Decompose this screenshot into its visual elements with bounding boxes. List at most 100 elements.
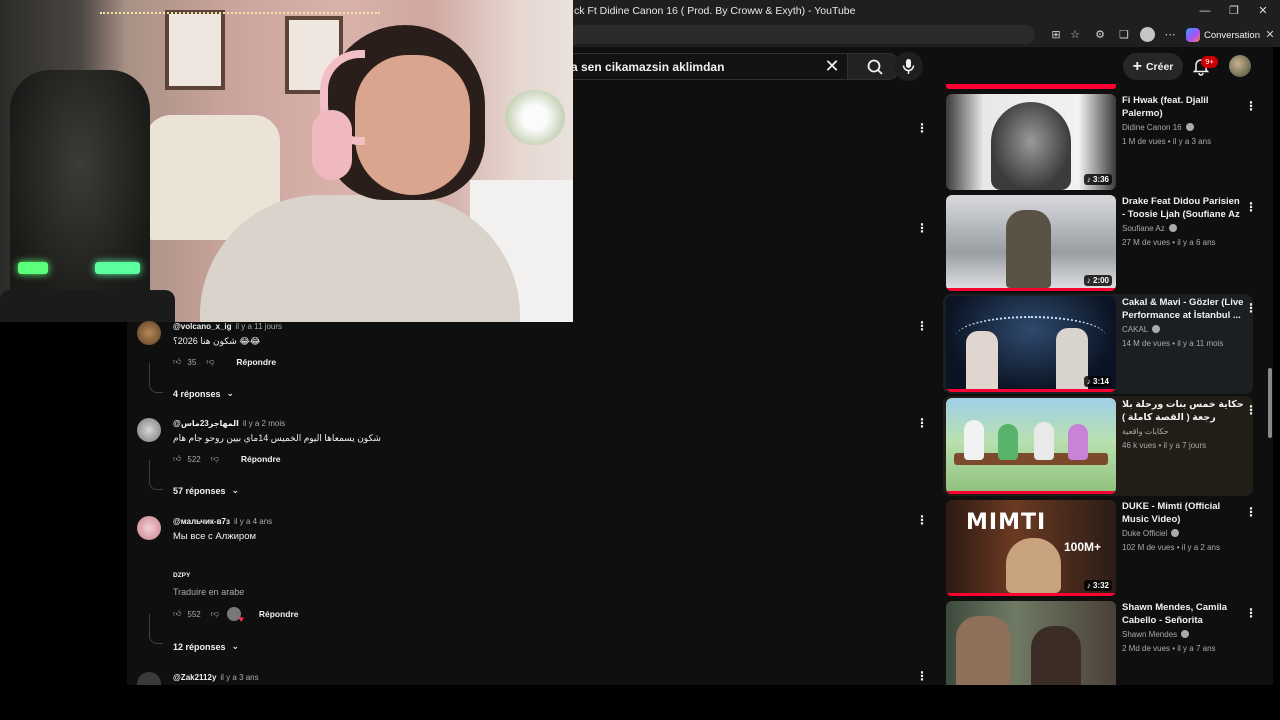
comment-menu-icon[interactable]: ⋮	[916, 668, 928, 684]
comment-author[interactable]: @Zak2112y	[173, 673, 216, 682]
comment-menu-icon[interactable]: ⋮	[916, 220, 928, 236]
favorite-star-icon[interactable]: ☆	[1067, 27, 1083, 43]
user-avatar[interactable]	[1229, 55, 1251, 77]
video-menu-icon[interactable]: ⋮	[1245, 504, 1257, 520]
maximize-button[interactable]: ❐	[1225, 3, 1243, 19]
comment-menu-icon[interactable]: ⋮	[916, 120, 928, 136]
copilot-button[interactable]: Conversation	[1186, 26, 1260, 44]
headphone-earcup	[312, 110, 352, 180]
extensions-icon[interactable]: ⚙	[1092, 27, 1108, 43]
comment-author[interactable]: @мальчик-в7з	[173, 517, 230, 526]
recommended-video[interactable]: MIMTI 100M+ ♪ 3:32 DUKE - Mimti (Officia…	[945, 500, 1257, 596]
like-icon[interactable]: 👍︎	[173, 357, 181, 367]
recommended-video[interactable]: ♪ 2:00 Drake Feat Didou Parisien - Toosi…	[945, 195, 1257, 291]
recommended-video[interactable]: ♪ 3:14 Cakal & Mavi - Gözler (Live Perfo…	[943, 294, 1257, 394]
recommended-video[interactable]: Shawn Mendes, Camila Cabello - Señorita …	[945, 601, 1255, 685]
avatar[interactable]	[137, 516, 161, 540]
replies-toggle[interactable]: 57 réponses ⌄	[173, 485, 239, 496]
comment-menu-icon[interactable]: ⋮	[916, 318, 928, 334]
channel-name[interactable]: Shawn Mendes	[1122, 630, 1190, 639]
recommended-video[interactable]: حكاية خمس بنات ورحلة بلا رجعة ( القصة كا…	[943, 396, 1257, 496]
apps-icon[interactable]: ⊞	[1048, 27, 1064, 43]
channel-name[interactable]: Didine Canon 16	[1122, 123, 1194, 132]
comment-menu-icon[interactable]: ⋮	[916, 512, 928, 528]
channel-name[interactable]: Soufiane Az	[1122, 224, 1177, 233]
collections-icon[interactable]: ❏	[1116, 27, 1132, 43]
verified-icon	[1171, 529, 1180, 537]
channel-name[interactable]: CAKAL	[1122, 325, 1161, 334]
comment-time[interactable]: il y a 3 ans	[220, 673, 258, 682]
dislike-icon[interactable]: 👎︎	[206, 357, 214, 367]
chevron-down-icon: ⌄	[226, 388, 235, 398]
video-meta: 2 Md de vues • il y a 7 ans	[1122, 644, 1216, 653]
tab-title[interactable]: ck Ft Didine Canon 16 ( Prod. By Croww &…	[574, 5, 856, 17]
comment-time[interactable]: il y a 4 ans	[234, 517, 272, 526]
video-menu-icon[interactable]: ⋮	[1245, 98, 1257, 114]
video-thumbnail[interactable]: ♪ 3:14	[946, 296, 1116, 392]
reply-button[interactable]: Répondre	[241, 454, 281, 464]
page-scrollbar[interactable]	[1268, 368, 1272, 438]
address-field[interactable]	[560, 25, 1035, 44]
chevron-down-icon: ⌄	[231, 485, 240, 495]
avatar[interactable]	[137, 321, 161, 345]
video-menu-icon[interactable]: ⋮	[1245, 199, 1257, 215]
comment-time[interactable]: il y a 11 jours	[236, 322, 283, 331]
verified-icon	[1185, 123, 1194, 131]
reply-button[interactable]: Répondre	[236, 357, 276, 367]
video-title[interactable]: DUKE - Mimti (Official Music Video)	[1122, 500, 1244, 526]
reply-button[interactable]: Répondre	[259, 609, 299, 619]
video-meta: 1 M de vues • il y a 3 ans	[1122, 137, 1212, 146]
comment-menu-icon[interactable]: ⋮	[916, 415, 928, 431]
video-thumbnail[interactable]: ♪ 3:36	[946, 94, 1116, 190]
video-title[interactable]: Drake Feat Didou Parisien - Toosie Ljah …	[1122, 195, 1244, 221]
close-window-button[interactable]: ✕	[1254, 3, 1272, 19]
video-duration: ♪ 2:00	[1083, 275, 1112, 286]
replies-toggle[interactable]: 4 réponses ⌄	[173, 388, 234, 399]
browser-profile-icon[interactable]	[1140, 27, 1155, 42]
plus-icon: +	[1132, 57, 1142, 75]
video-title[interactable]: حكاية خمس بنات ورحلة بلا رجعة ( القصة كا…	[1122, 398, 1244, 424]
search-button[interactable]	[847, 53, 901, 80]
more-menu-icon[interactable]: ⋯	[1162, 27, 1178, 43]
video-menu-icon[interactable]: ⋮	[1245, 605, 1255, 621]
dislike-icon[interactable]: 👎︎	[211, 454, 219, 464]
comment-header: @المهاجر23ماس il y a 2 mois	[173, 419, 285, 428]
channel-name[interactable]: حكايات واقعية	[1122, 427, 1169, 436]
video-thumbnail[interactable]	[946, 601, 1116, 685]
minimize-button[interactable]: —	[1196, 3, 1214, 19]
comment-author[interactable]: @المهاجر23ماس	[173, 419, 239, 428]
channel-label: CAKAL	[1122, 325, 1149, 334]
chevron-down-icon: ⌄	[231, 641, 240, 651]
fairy-lights	[100, 2, 380, 14]
video-menu-icon[interactable]: ⋮	[1245, 300, 1257, 316]
video-meta: 27 M de vues • il y a 6 ans	[1122, 238, 1216, 247]
comment-time[interactable]: il y a 2 mois	[243, 419, 285, 428]
create-button[interactable]: + Créer	[1123, 53, 1183, 80]
video-menu-icon[interactable]: ⋮	[1245, 402, 1257, 418]
video-thumbnail[interactable]: ♪ 2:00	[946, 195, 1116, 291]
clear-search-icon[interactable]: ✕	[820, 54, 844, 78]
dislike-icon[interactable]: 👎︎	[211, 609, 219, 619]
video-thumbnail[interactable]	[946, 398, 1116, 494]
video-title[interactable]: Cakal & Mavi - Gözler (Live Performance …	[1122, 296, 1244, 322]
like-count: 522	[187, 454, 201, 464]
like-count: 552	[187, 609, 201, 619]
verified-icon	[1181, 630, 1190, 638]
voice-search-button[interactable]	[894, 52, 923, 81]
replies-toggle[interactable]: 12 réponses ⌄	[173, 641, 239, 652]
browser-close-sidebar-icon[interactable]: ✕	[1262, 27, 1278, 43]
like-icon[interactable]: 👍︎	[173, 609, 181, 619]
video-title[interactable]: Shawn Mendes, Camila Cabello - Señorita	[1122, 601, 1244, 627]
channel-label: حكايات واقعية	[1122, 427, 1169, 436]
comment-author[interactable]: @volcano_x_ig	[173, 322, 232, 331]
recommended-video[interactable]: ♪ 3:36 Fi Hwak (feat. Djalil Palermo) Di…	[945, 94, 1257, 190]
comment-header: @мальчик-в7з il y a 4 ans	[173, 517, 272, 526]
video-thumbnail[interactable]: MIMTI 100M+ ♪ 3:32	[946, 500, 1116, 596]
thread-connector	[149, 460, 163, 490]
translate-link[interactable]: Traduire en arabe	[173, 587, 244, 597]
avatar[interactable]	[137, 418, 161, 442]
like-icon[interactable]: 👍︎	[173, 454, 181, 464]
channel-name[interactable]: Duke Officiel	[1122, 529, 1180, 538]
video-title[interactable]: Fi Hwak (feat. Djalil Palermo)	[1122, 94, 1244, 120]
copilot-label: Conversation	[1204, 29, 1260, 41]
